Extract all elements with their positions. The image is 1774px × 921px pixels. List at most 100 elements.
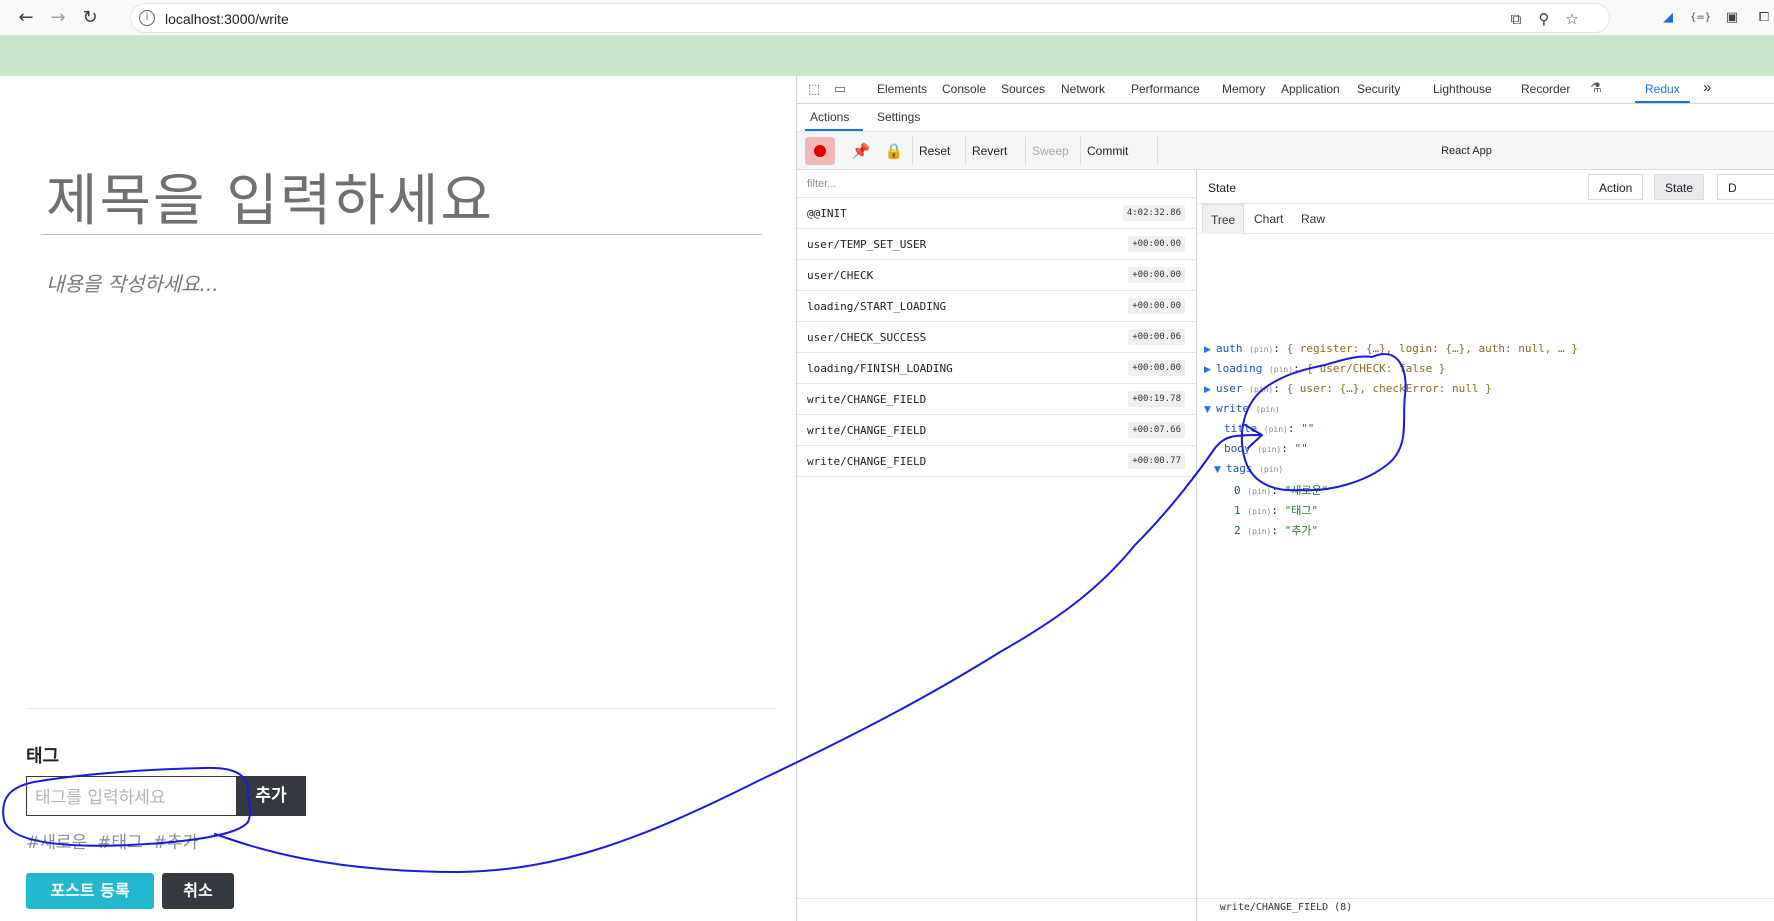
forward-icon[interactable]: →: [46, 6, 70, 30]
action-row[interactable]: @@INIT 4:02:32.86: [797, 198, 1197, 229]
tab-recorder[interactable]: Recorder: [1521, 82, 1570, 96]
action-timestamp: +00:00.00: [1128, 298, 1185, 314]
open-in-window-icon[interactable]: ⧉: [1505, 8, 1527, 30]
action-timestamp: +00:00.06: [1128, 329, 1185, 345]
address-bar[interactable]: i localhost:3000/write ⧉ ⚲ ☆: [130, 3, 1610, 33]
action-name: write/CHANGE_FIELD: [807, 393, 927, 406]
tree-node-auth[interactable]: ▶ auth (pin): { register: {…}, login: {…}…: [1204, 342, 1578, 355]
tab-security[interactable]: Security: [1357, 82, 1400, 96]
write-page: 제목을 입력하세요 내용을 작성하세요... 태그 태그를 입력하세요 추가 #…: [0, 76, 796, 921]
tag-item[interactable]: #새로운: [26, 833, 87, 853]
tab-network[interactable]: Network: [1061, 82, 1105, 96]
more-tabs-icon[interactable]: »: [1703, 79, 1711, 96]
instance-selector[interactable]: React App: [1157, 137, 1774, 165]
reset-button[interactable]: Reset: [912, 137, 956, 165]
zoom-icon[interactable]: ⚲: [1533, 8, 1555, 30]
tab-performance[interactable]: Performance: [1131, 82, 1200, 96]
action-list-pane: filter... @@INIT 4:02:32.86 user/TEMP_SE…: [797, 170, 1197, 921]
back-icon[interactable]: ←: [14, 6, 38, 30]
state-view-tabs: Tree Chart Raw: [1198, 204, 1774, 234]
action-row[interactable]: user/TEMP_SET_USER +00:00.00: [797, 229, 1197, 260]
action-name: user/TEMP_SET_USER: [807, 238, 927, 251]
extension-b-icon[interactable]: {=}: [1690, 8, 1711, 28]
collapse-arrow-icon[interactable]: ▼: [1204, 405, 1216, 415]
devtools-panel: ⬚ ▭ Elements Console Sources Network Per…: [796, 76, 1774, 921]
extension-a-icon[interactable]: ◢: [1658, 8, 1678, 28]
redux-subtab-bar: Actions Settings: [797, 104, 1774, 132]
tree-node-tag-2[interactable]: 2 (pin): "추가": [1234, 522, 1318, 538]
action-name: loading/FINISH_LOADING: [807, 362, 953, 375]
revert-button[interactable]: Revert: [965, 137, 1013, 165]
action-row[interactable]: user/CHECK_SUCCESS +00:00.06: [797, 322, 1197, 353]
expand-arrow-icon[interactable]: ▶: [1204, 385, 1216, 395]
tree-node-tags[interactable]: ▼ tags (pin): [1214, 462, 1283, 475]
tab-elements[interactable]: Elements: [877, 82, 927, 96]
action-row[interactable]: write/CHANGE_FIELD +00:07.66: [797, 415, 1197, 446]
site-info-icon[interactable]: i: [139, 10, 155, 26]
mode-diff-button[interactable]: D: [1717, 174, 1774, 200]
tree-node-tag-0[interactable]: 0 (pin): "새로운": [1234, 482, 1328, 498]
title-input[interactable]: 제목을 입력하세요: [46, 156, 494, 237]
view-tree-tab[interactable]: Tree: [1202, 204, 1245, 234]
lock-icon[interactable]: 🔒: [884, 141, 904, 161]
tree-node-write[interactable]: ▼ write (pin): [1204, 402, 1280, 415]
action-name: user/CHECK: [807, 269, 874, 282]
tree-node-loading[interactable]: ▶ loading (pin): { user/CHECK: false }: [1204, 362, 1445, 375]
url-text[interactable]: localhost:3000/write: [165, 11, 289, 27]
action-row[interactable]: loading/START_LOADING +00:00.00: [797, 291, 1197, 322]
view-chart-tab[interactable]: Chart: [1246, 204, 1291, 234]
action-timestamp: +00:19.78: [1128, 391, 1185, 407]
tree-node-tag-1[interactable]: 1 (pin): "태그": [1234, 502, 1318, 518]
bookmark-star-icon[interactable]: ☆: [1561, 8, 1583, 30]
slider-footer: write/CHANGE_FIELD (8): [797, 898, 1774, 921]
tag-input[interactable]: 태그를 입력하세요: [26, 776, 236, 816]
expand-arrow-icon[interactable]: ▶: [1204, 345, 1216, 355]
sweep-button[interactable]: Sweep: [1025, 137, 1075, 165]
action-timestamp: +00:00.00: [1128, 267, 1185, 283]
action-filter-input[interactable]: filter...: [797, 170, 1197, 198]
collapse-arrow-icon[interactable]: ▼: [1214, 465, 1226, 475]
action-timestamp: +00:00.00: [1128, 360, 1185, 376]
pin-icon[interactable]: 📌: [851, 141, 871, 161]
action-row[interactable]: write/CHANGE_FIELD +00:19.78: [797, 384, 1197, 415]
mode-state-button[interactable]: State: [1654, 174, 1705, 200]
tab-console[interactable]: Console: [942, 82, 986, 96]
devtools-tab-bar: ⬚ ▭ Elements Console Sources Network Per…: [797, 76, 1774, 104]
puzzle-icon[interactable]: ⧠: [1754, 8, 1774, 28]
flask-icon: ⚗: [1590, 81, 1602, 96]
state-label: State: [1208, 181, 1237, 195]
tag-item[interactable]: #추가: [153, 833, 199, 853]
mode-action-button[interactable]: Action: [1588, 174, 1644, 200]
tree-node-user[interactable]: ▶ user (pin): { user: {…}, checkError: nu…: [1204, 382, 1492, 395]
action-timestamp: +00:00.00: [1128, 236, 1185, 252]
tab-application[interactable]: Application: [1281, 82, 1340, 96]
subtab-settings[interactable]: Settings: [877, 110, 920, 124]
tree-node-title[interactable]: title (pin): "": [1224, 422, 1314, 435]
inspect-element-icon[interactable]: ⬚: [805, 81, 823, 99]
tab-redux[interactable]: Redux: [1645, 82, 1680, 96]
action-row[interactable]: user/CHECK +00:00.00: [797, 260, 1197, 291]
commit-button[interactable]: Commit: [1080, 137, 1134, 165]
body-editor[interactable]: 내용을 작성하세요...: [46, 268, 219, 297]
action-row[interactable]: loading/FINISH_LOADING +00:00.00: [797, 353, 1197, 384]
tab-memory[interactable]: Memory: [1222, 82, 1265, 96]
record-button[interactable]: [805, 137, 835, 165]
action-timestamp: +00:00.77: [1128, 453, 1185, 469]
profile-icon[interactable]: ▣: [1722, 8, 1742, 28]
subtab-actions[interactable]: Actions: [810, 110, 849, 124]
tree-node-body[interactable]: body (pin): "": [1224, 442, 1308, 455]
expand-arrow-icon[interactable]: ▶: [1204, 365, 1216, 375]
tab-sources[interactable]: Sources: [1001, 82, 1045, 96]
cancel-button[interactable]: 취소: [162, 873, 234, 909]
add-tag-button[interactable]: 추가: [236, 776, 306, 816]
tag-item[interactable]: #태그: [97, 833, 143, 853]
active-tab-indicator: [1635, 101, 1690, 103]
action-row[interactable]: write/CHANGE_FIELD +00:00.77: [797, 446, 1197, 477]
reload-icon[interactable]: ↻: [78, 6, 102, 30]
action-timestamp: +00:07.66: [1128, 422, 1185, 438]
tag-list: #새로운 #태그 #추가: [26, 828, 208, 853]
tab-lighthouse[interactable]: Lighthouse: [1433, 82, 1492, 96]
view-raw-tab[interactable]: Raw: [1293, 204, 1333, 234]
post-submit-button[interactable]: 포스트 등록: [26, 873, 154, 909]
device-toolbar-icon[interactable]: ▭: [831, 81, 849, 99]
